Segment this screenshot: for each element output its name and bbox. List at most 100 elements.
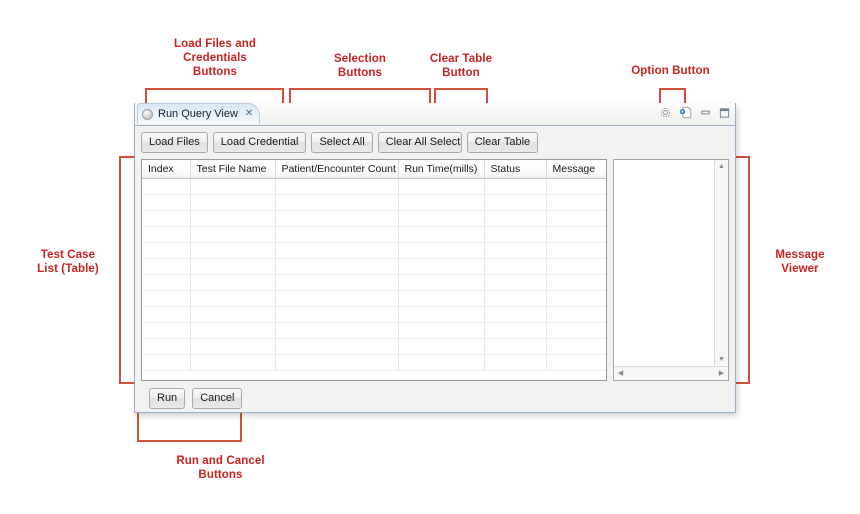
table-cell[interactable] — [190, 306, 276, 323]
select-all-button[interactable]: Select All — [311, 132, 373, 153]
table-row[interactable] — [142, 354, 606, 371]
table-cell[interactable] — [484, 258, 547, 275]
table-cell[interactable] — [484, 354, 547, 371]
table-cell[interactable] — [142, 226, 191, 243]
table-row[interactable] — [142, 178, 606, 195]
table-row[interactable] — [142, 274, 606, 291]
table-cell[interactable] — [275, 290, 399, 307]
table-cell[interactable] — [398, 290, 485, 307]
table-row[interactable] — [142, 290, 606, 307]
table-cell[interactable] — [142, 274, 191, 291]
table-cell[interactable] — [398, 322, 485, 339]
table-cell[interactable] — [398, 178, 485, 195]
table-cell[interactable] — [484, 322, 547, 339]
view-menu-icon[interactable] — [678, 105, 693, 120]
table-cell[interactable] — [275, 226, 399, 243]
scroll-left-icon[interactable]: ◀ — [616, 369, 625, 378]
table-cell[interactable] — [398, 194, 485, 211]
message-viewer[interactable]: ▲ ▼ ◀ ▶ — [613, 159, 729, 381]
message-viewer-vscrollbar[interactable]: ▲ ▼ — [714, 160, 728, 366]
table-cell[interactable] — [398, 226, 485, 243]
table-row[interactable] — [142, 258, 606, 275]
table-cell[interactable] — [484, 242, 547, 259]
table-cell[interactable] — [484, 178, 547, 195]
table-cell[interactable] — [484, 194, 547, 211]
table-cell[interactable] — [275, 194, 399, 211]
table-cell[interactable] — [546, 242, 606, 259]
table-row[interactable] — [142, 338, 606, 355]
table-column-header[interactable]: Test File Name — [190, 160, 276, 179]
table-cell[interactable] — [142, 258, 191, 275]
table-cell[interactable] — [484, 290, 547, 307]
table-cell[interactable] — [398, 274, 485, 291]
table-cell[interactable] — [484, 226, 547, 243]
table-cell[interactable] — [142, 354, 191, 371]
table-cell[interactable] — [275, 322, 399, 339]
table-cell[interactable] — [546, 274, 606, 291]
table-cell[interactable] — [190, 338, 276, 355]
table-cell[interactable] — [546, 226, 606, 243]
table-row[interactable] — [142, 226, 606, 243]
table-cell[interactable] — [546, 258, 606, 275]
table-cell[interactable] — [275, 274, 399, 291]
table-cell[interactable] — [484, 306, 547, 323]
table-cell[interactable] — [190, 210, 276, 227]
table-row[interactable] — [142, 322, 606, 339]
table-cell[interactable] — [142, 322, 191, 339]
table-cell[interactable] — [275, 242, 399, 259]
table-cell[interactable] — [398, 306, 485, 323]
run-button[interactable]: Run — [149, 388, 186, 409]
maximize-icon[interactable] — [717, 106, 731, 119]
table-cell[interactable] — [190, 354, 276, 371]
table-cell[interactable] — [275, 210, 399, 227]
scroll-down-icon[interactable]: ▼ — [717, 355, 726, 364]
load-files-button[interactable]: Load Files — [141, 132, 208, 153]
table-cell[interactable] — [142, 178, 191, 195]
table-column-header[interactable]: Index — [142, 160, 191, 179]
scroll-right-icon[interactable]: ▶ — [717, 369, 726, 378]
table-cell[interactable] — [190, 226, 276, 243]
table-cell[interactable] — [142, 306, 191, 323]
table-cell[interactable] — [546, 290, 606, 307]
table-cell[interactable] — [546, 322, 606, 339]
table-cell[interactable] — [546, 194, 606, 211]
table-cell[interactable] — [546, 338, 606, 355]
close-icon[interactable]: ✕ — [243, 109, 253, 119]
table-cell[interactable] — [398, 210, 485, 227]
load-credential-button[interactable]: Load Credential — [212, 132, 307, 153]
table-cell[interactable] — [546, 354, 606, 371]
table-cell[interactable] — [275, 306, 399, 323]
table-cell[interactable] — [398, 338, 485, 355]
table-cell[interactable] — [398, 242, 485, 259]
test-case-table[interactable]: Index Test File Name Patient/Encounter Cou… — [141, 159, 607, 381]
table-column-header[interactable]: Status — [484, 160, 547, 179]
table-cell[interactable] — [142, 194, 191, 211]
gear-icon[interactable] — [658, 105, 673, 120]
table-cell[interactable] — [142, 242, 191, 259]
table-cell[interactable] — [190, 290, 276, 307]
table-cell[interactable] — [484, 274, 547, 291]
table-cell[interactable] — [275, 258, 399, 275]
minimize-icon[interactable] — [698, 106, 712, 119]
table-cell[interactable] — [190, 322, 276, 339]
table-cell[interactable] — [142, 290, 191, 307]
table-cell[interactable] — [546, 210, 606, 227]
table-cell[interactable] — [190, 194, 276, 211]
table-column-header[interactable]: Patient/Encounter Count — [275, 160, 399, 179]
table-cell[interactable] — [398, 354, 485, 371]
clear-table-button[interactable]: Clear Table — [466, 132, 539, 153]
table-cell[interactable] — [275, 178, 399, 195]
table-cell[interactable] — [142, 338, 191, 355]
table-cell[interactable] — [190, 242, 276, 259]
table-cell[interactable] — [275, 354, 399, 371]
table-cell[interactable] — [190, 178, 276, 195]
table-column-header[interactable]: Message — [546, 160, 606, 179]
table-row[interactable] — [142, 194, 606, 211]
table-cell[interactable] — [142, 210, 191, 227]
table-cell[interactable] — [190, 258, 276, 275]
table-cell[interactable] — [275, 338, 399, 355]
cancel-button[interactable]: Cancel — [192, 388, 243, 409]
table-row[interactable] — [142, 306, 606, 323]
table-column-header[interactable]: Run Time(mills) — [398, 160, 485, 179]
table-cell[interactable] — [190, 274, 276, 291]
